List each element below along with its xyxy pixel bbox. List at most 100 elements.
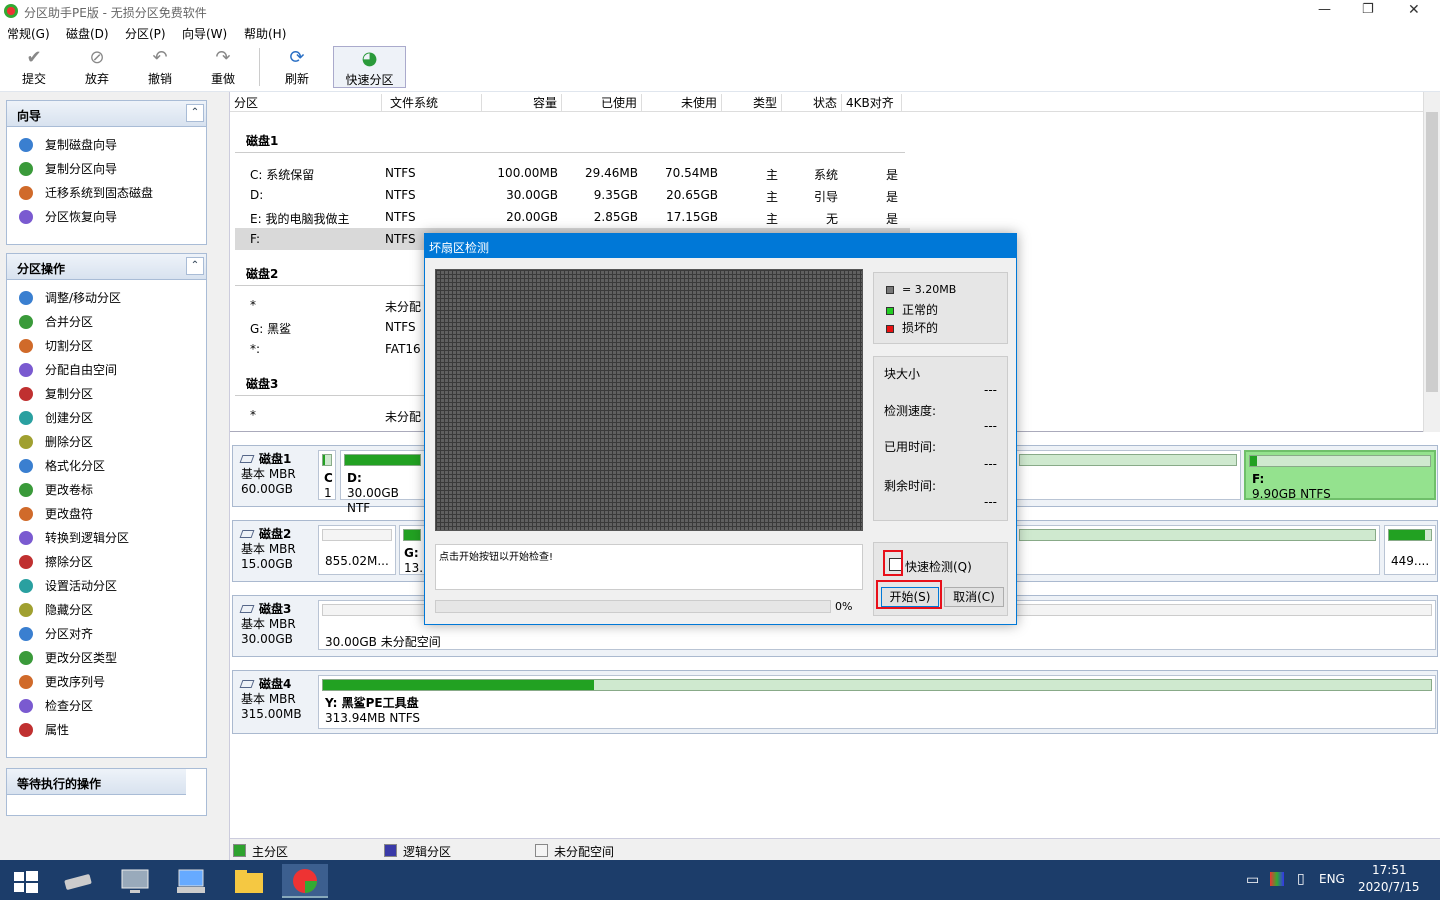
table-cell: 主	[765, 190, 778, 204]
ops-item[interactable]: 属性	[7, 718, 206, 742]
refresh-button[interactable]: ⟳ 刷新	[272, 46, 322, 88]
partition-e-block[interactable]	[1015, 450, 1241, 500]
item-label: 创建分区	[45, 411, 94, 425]
discard-button[interactable]: ⊘ 放弃	[72, 46, 122, 88]
ops-item[interactable]: 擦除分区	[7, 550, 206, 574]
usage-bar	[322, 679, 1432, 691]
ops-item[interactable]: 合并分区	[7, 310, 206, 334]
table-cell: 是	[885, 168, 898, 182]
table-row[interactable]: D: NTFS 30.00GB 9.35GB 20.65GB 主 引导 是	[230, 184, 1423, 206]
item-label: 格式化分区	[45, 459, 106, 473]
collapse-icon[interactable]: ⌃	[186, 104, 204, 122]
wizard-item[interactable]: 分区恢复向导	[7, 205, 206, 229]
item-label: 合并分区	[45, 315, 94, 329]
ops-item[interactable]: 设置活动分区	[7, 574, 206, 598]
partition-block[interactable]	[1015, 525, 1380, 575]
restore-button[interactable]: ❐	[1362, 2, 1374, 17]
item-label: 更改序列号	[45, 675, 106, 689]
minimize-button[interactable]: —	[1318, 2, 1331, 17]
quick-check-label[interactable]: 快速检测(Q)	[905, 558, 972, 575]
ops-item[interactable]: 分区对齐	[7, 622, 206, 646]
menu-disk[interactable]: 磁盘(D)	[66, 25, 109, 42]
wizard-item[interactable]: 复制分区向导	[7, 157, 206, 181]
ops-item[interactable]: 隐藏分区	[7, 598, 206, 622]
taskbar-keyboard-icon[interactable]	[168, 864, 214, 898]
partition-d-block[interactable]: D: 30.00GB NTF	[340, 450, 425, 515]
partition-last-block[interactable]: 449....	[1384, 525, 1436, 575]
action-icon	[19, 363, 33, 377]
col-type[interactable]: 类型	[722, 94, 782, 112]
taskbar-computer-icon[interactable]	[112, 864, 158, 898]
close-button[interactable]: ✕	[1408, 2, 1420, 18]
unallocated-block[interactable]: 855.02M...	[318, 525, 396, 575]
partition-f-block[interactable]: F: 9.90GB NTFS	[1244, 450, 1436, 501]
ops-item[interactable]: 更改分区类型	[7, 646, 206, 670]
col-filesystem[interactable]: 文件系统	[382, 94, 482, 112]
action-icon	[19, 675, 33, 689]
start-button-windows[interactable]	[2, 864, 48, 898]
color-icon[interactable]	[1270, 872, 1284, 886]
disk4-map[interactable]: 磁盘4 基本 MBR 315.00MB Y: 黑鲨PE工具盘 313.94MB NTF…	[232, 670, 1438, 734]
wizard-item[interactable]: 复制磁盘向导	[7, 133, 206, 157]
submit-button[interactable]: ✔ 提交	[9, 46, 59, 88]
bad-sector-dialog: 坏扇区检测 = 3.20MB 正常的 损坏的 块大小 --- 检测速度: ---…	[424, 233, 1017, 625]
undo-button[interactable]: ↶ 撤销	[135, 46, 185, 88]
undo-icon: ↶	[152, 47, 168, 68]
col-4k-align[interactable]: 4KB对齐	[842, 94, 902, 112]
ops-item[interactable]: 更改序列号	[7, 670, 206, 694]
ops-item[interactable]: 格式化分区	[7, 454, 206, 478]
col-unused[interactable]: 未使用	[642, 94, 722, 112]
item-label: 设置活动分区	[45, 579, 118, 593]
cancel-button[interactable]: 取消(C)	[944, 587, 1004, 607]
table-cell: 是	[885, 212, 898, 226]
wizard-item[interactable]: 迁移系统到固态磁盘	[7, 181, 206, 205]
redo-button[interactable]: ↷ 重做	[198, 46, 248, 88]
partition-g-block[interactable]: G: 13.	[399, 525, 425, 575]
table-cell: C: 系统保留	[250, 168, 315, 182]
network-icon[interactable]: ▭	[1246, 872, 1259, 888]
table-row[interactable]: C: 系统保留 NTFS 100.00MB 29.46MB 70.54MB 主 系统 是	[230, 162, 1423, 184]
ops-item[interactable]: 切割分区	[7, 334, 206, 358]
taskbar-drive-icon[interactable]	[55, 864, 101, 898]
ops-item[interactable]: 分配自由空间	[7, 358, 206, 382]
ops-item[interactable]: 转换到逻辑分区	[7, 526, 206, 550]
logical-swatch	[384, 844, 397, 857]
ops-item[interactable]: 删除分区	[7, 430, 206, 454]
menu-wizard[interactable]: 向导(W)	[182, 25, 227, 42]
quick-partition-button[interactable]: ◕ 快速分区	[333, 46, 406, 88]
table-cell: F:	[250, 232, 261, 246]
partition-y-block[interactable]: Y: 黑鲨PE工具盘 313.94MB NTFS	[318, 675, 1436, 729]
ops-item[interactable]: 调整/移动分区	[7, 286, 206, 310]
clock-time[interactable]: 17:51	[1372, 863, 1407, 877]
ops-item[interactable]: 更改盘符	[7, 502, 206, 526]
table-row[interactable]: E: 我的电脑我做主 NTFS 20.00GB 2.85GB 17.15GB 主 无 是	[230, 206, 1423, 228]
col-capacity[interactable]: 容量	[482, 94, 562, 112]
ops-item[interactable]: 检查分区	[7, 694, 206, 718]
wizard-panel: 向导 ⌃ 复制磁盘向导 复制分区向导 迁移系统到固态磁盘 分区恢复向导	[6, 100, 207, 245]
partition-c-block[interactable]: C1	[318, 450, 336, 500]
disk4-info: 磁盘4 基本 MBR 315.00MB	[239, 677, 302, 721]
taskbar-folder-icon[interactable]	[225, 864, 271, 898]
item-label: 复制磁盘向导	[45, 138, 118, 152]
col-status[interactable]: 状态	[782, 94, 842, 112]
usb-icon[interactable]: ▯	[1297, 871, 1305, 887]
taskbar-partition-assistant[interactable]	[282, 864, 328, 898]
language-indicator[interactable]: ENG	[1319, 872, 1345, 886]
ops-item[interactable]: 创建分区	[7, 406, 206, 430]
table-scrollbar[interactable]	[1423, 92, 1440, 432]
window-title: 分区助手PE版 - 无损分区免费软件	[24, 6, 207, 20]
table-cell: 9.35GB	[593, 188, 638, 202]
col-partition[interactable]: 分区	[230, 94, 382, 112]
menu-partition[interactable]: 分区(P)	[125, 25, 166, 42]
scrollbar-thumb[interactable]	[1426, 112, 1438, 392]
clock-date[interactable]: 2020/7/15	[1358, 880, 1420, 894]
menu-general[interactable]: 常规(G)	[7, 25, 50, 42]
collapse-icon[interactable]: ⌃	[186, 257, 204, 275]
ops-item[interactable]: 复制分区	[7, 382, 206, 406]
ops-item[interactable]: 更改卷标	[7, 478, 206, 502]
action-icon	[19, 651, 33, 665]
redo-icon: ↷	[215, 47, 231, 68]
col-used[interactable]: 已使用	[562, 94, 642, 112]
menu-help[interactable]: 帮助(H)	[244, 25, 286, 42]
checkmark-icon: ✔	[26, 47, 42, 68]
